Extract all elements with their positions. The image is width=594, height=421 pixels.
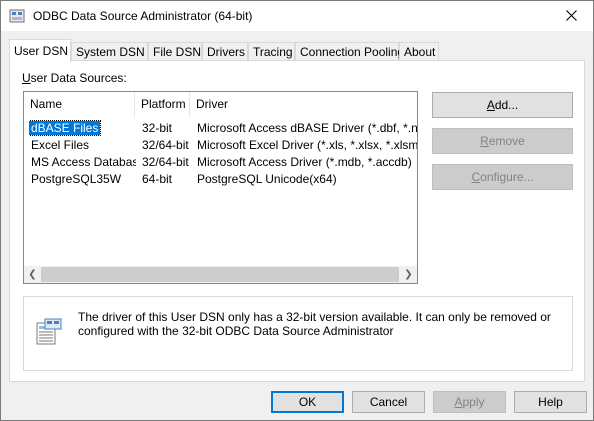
tab-user-dsn[interactable]: User DSN (9, 39, 71, 62)
scroll-right-icon[interactable]: ❯ (400, 266, 417, 283)
close-icon (565, 10, 577, 21)
row-name-text: dBASE Files (29, 120, 102, 136)
column-header-name[interactable]: Name (24, 92, 135, 117)
mnemonic: A (454, 395, 463, 409)
odbc-window: ODBC Data Source Administrator (64-bit) … (0, 0, 594, 421)
horizontal-scrollbar[interactable]: ❮ ❯ (24, 266, 417, 283)
tab-label: Tracing (253, 45, 293, 59)
row-name: PostgreSQL35W (31, 172, 122, 186)
title-bar[interactable]: ODBC Data Source Administrator (64-bit) (1, 1, 593, 31)
tab-connection-pooling[interactable]: Connection Pooling (295, 42, 404, 60)
scrollbar-thumb[interactable] (41, 267, 399, 282)
row-platform: 32-bit (142, 121, 173, 135)
tab-about[interactable]: About (399, 42, 439, 60)
tab-label: About (404, 45, 436, 59)
row-platform: 32/64-bit (142, 155, 189, 169)
row-name: MS Access Database (31, 155, 136, 169)
list-header: Name Platform Driver (24, 92, 417, 117)
scroll-left-icon[interactable]: ❮ (24, 266, 41, 283)
ok-button[interactable]: OK (271, 391, 344, 413)
list-item[interactable]: MS Access Database 32/64-bit Microsoft A… (24, 154, 417, 171)
list-item[interactable]: Excel Files 32/64-bit Microsoft Excel Dr… (24, 137, 417, 154)
tab-file-dsn[interactable]: File DSN (148, 42, 202, 60)
row-driver: Microsoft Access dBASE Driver (*.dbf, *.… (197, 121, 418, 135)
help-button[interactable]: Help (514, 391, 587, 413)
tab-system-dsn[interactable]: System DSN (71, 42, 148, 60)
user-data-sources-label: User Data Sources: (22, 71, 127, 85)
label-text: ser Data Sources: (30, 71, 127, 85)
user-dsn-panel: User Data Sources: Name Platform Driver … (9, 60, 585, 382)
button-label: emove (488, 134, 525, 148)
mnemonic: R (480, 134, 489, 148)
cancel-button[interactable]: Cancel (352, 391, 425, 413)
row-driver: Microsoft Excel Driver (*.xls, *.xlsx, *… (197, 138, 418, 152)
mnemonic: A (486, 98, 495, 112)
data-source-icon (36, 318, 62, 345)
button-label: dd... (494, 98, 519, 112)
tab-label: System DSN (76, 45, 145, 59)
odbc-app-icon (9, 9, 25, 23)
row-driver: PostgreSQL Unicode(x64) (197, 172, 337, 186)
tab-label: File DSN (153, 45, 202, 59)
row-driver: Microsoft Access Driver (*.mdb, *.accdb) (197, 155, 412, 169)
remove-button[interactable]: Remove (432, 128, 573, 154)
close-button[interactable] (549, 1, 593, 31)
tab-label: Connection Pooling (300, 45, 405, 59)
configure-button[interactable]: Configure... (432, 164, 573, 190)
list-item[interactable]: dBASE Files 32-bit Microsoft Access dBAS… (24, 120, 417, 137)
row-platform: 64-bit (142, 172, 173, 186)
data-sources-list[interactable]: Name Platform Driver dBASE Files 32-bit … (23, 91, 418, 284)
button-label: onfigure... (480, 170, 534, 184)
tab-label: Drivers (207, 45, 245, 59)
row-name: Excel Files (31, 138, 90, 152)
tab-label: User DSN (14, 44, 69, 58)
add-button[interactable]: Add... (432, 92, 573, 118)
tab-drivers[interactable]: Drivers (202, 42, 248, 60)
list-item[interactable]: PostgreSQL35W 64-bit PostgreSQL Unicode(… (24, 171, 417, 188)
info-message: The driver of this User DSN only has a 3… (78, 310, 551, 338)
mnemonic: C (471, 170, 481, 184)
mnemonic: U (22, 71, 31, 85)
row-name: dBASE Files (29, 120, 134, 137)
button-label: pply (462, 395, 485, 409)
column-header-platform[interactable]: Platform (135, 92, 190, 117)
info-box: The driver of this User DSN only has a 3… (23, 296, 573, 371)
column-header-driver[interactable]: Driver (190, 92, 417, 117)
apply-button[interactable]: Apply (433, 391, 506, 413)
window-title: ODBC Data Source Administrator (64-bit) (33, 9, 253, 23)
tab-tracing[interactable]: Tracing (248, 42, 295, 60)
row-platform: 32/64-bit (142, 138, 189, 152)
